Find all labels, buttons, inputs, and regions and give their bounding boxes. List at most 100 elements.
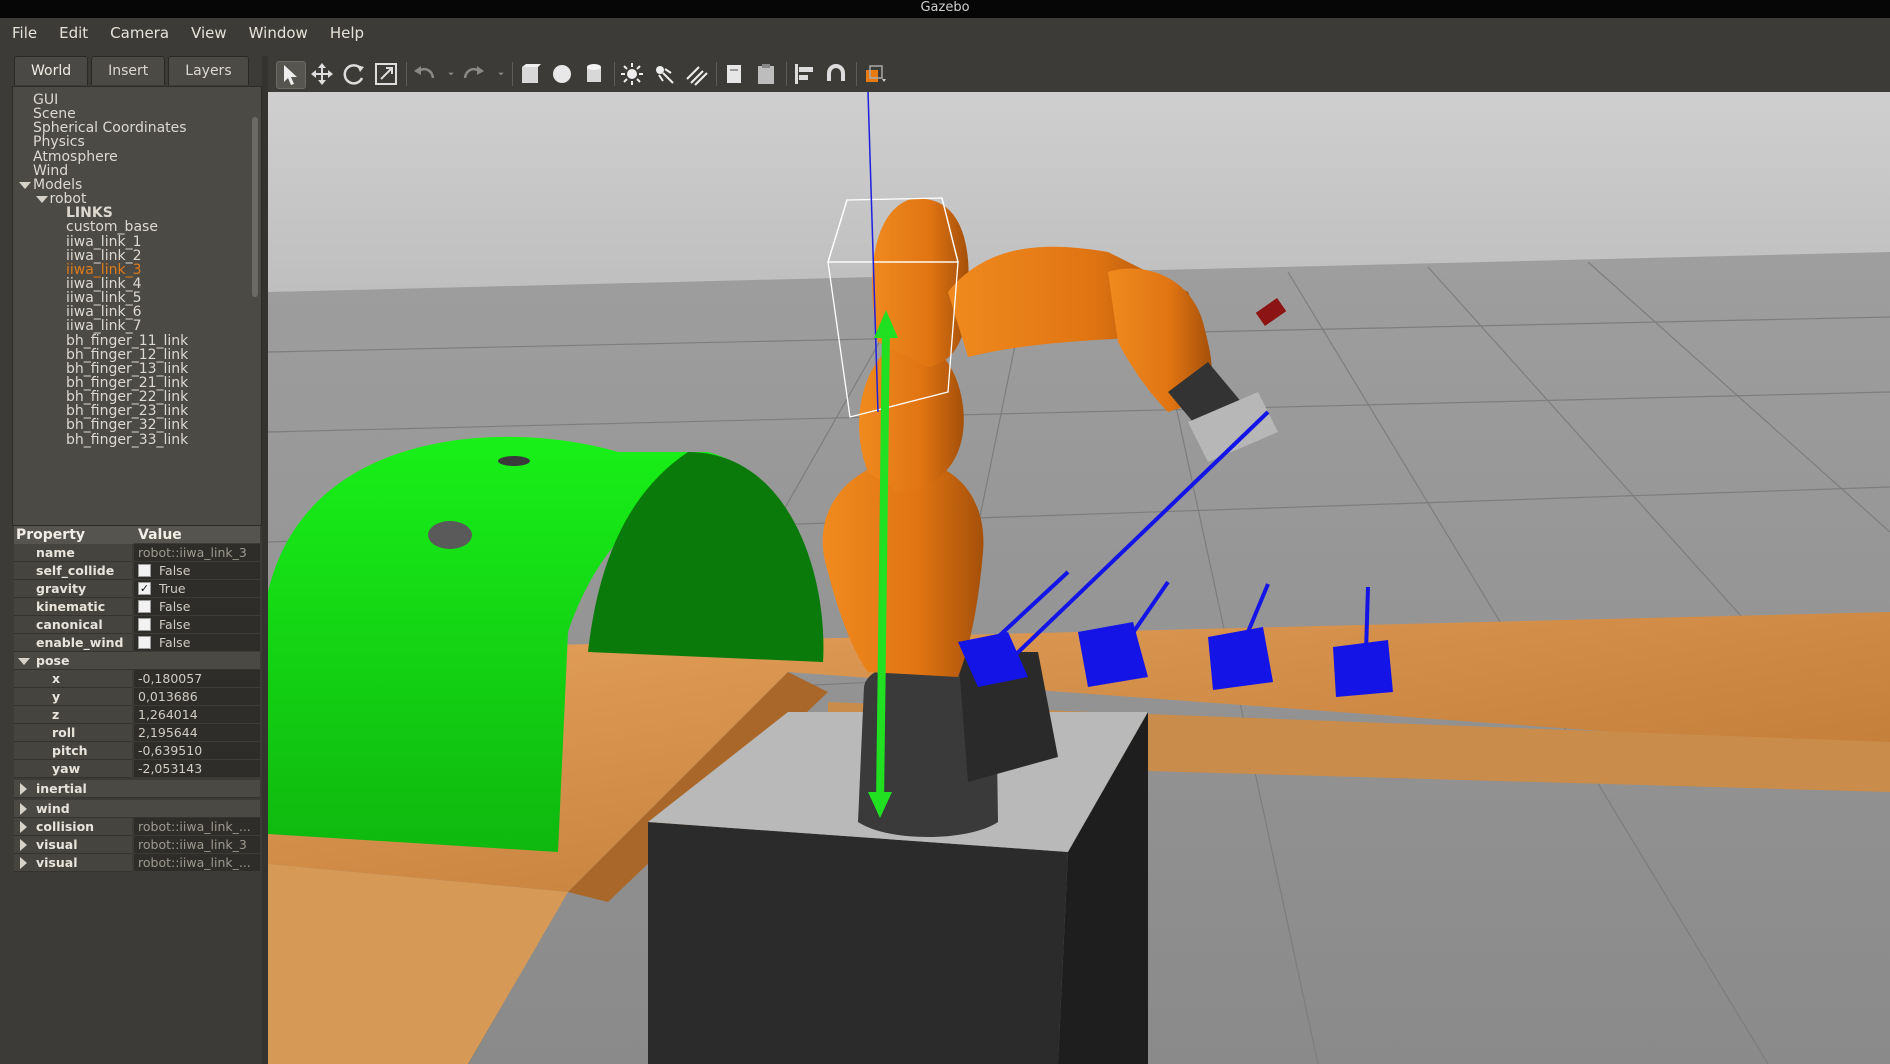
paste-button[interactable]	[752, 61, 780, 87]
select-arrow-icon	[284, 65, 297, 85]
toolbar-separator	[614, 62, 615, 86]
menu-help[interactable]: Help	[318, 24, 374, 42]
property-row-z[interactable]: z 1,264014	[14, 706, 260, 724]
checkbox[interactable]	[138, 600, 151, 613]
property-value[interactable]: 1,264014	[134, 706, 260, 724]
toolbar-separator	[786, 62, 787, 86]
property-value[interactable]: -0,180057	[134, 670, 260, 688]
world-tree[interactable]: GUI Scene Spherical Coordinates Physics Atmo…	[12, 86, 262, 526]
property-value[interactable]: robot::iiwa_link_...	[134, 818, 260, 836]
property-row-collision[interactable]: collision robot::iiwa_link_...	[14, 818, 260, 836]
property-row-inertial[interactable]: inertial	[14, 780, 260, 798]
property-row-enable_wind[interactable]: enable_wind False	[14, 634, 260, 652]
tab-layers[interactable]: Layers	[168, 56, 249, 85]
checkbox[interactable]	[138, 618, 151, 631]
snap-magnet-button[interactable]	[822, 61, 850, 87]
rotate-button[interactable]	[340, 61, 368, 87]
toolbar	[268, 56, 1890, 92]
view-angle-button[interactable]	[860, 61, 888, 87]
property-name-label: roll	[52, 725, 76, 740]
property-value-text: 2,195644	[138, 725, 198, 740]
box-shape-button[interactable]	[516, 61, 544, 87]
paste-icon	[758, 64, 774, 84]
property-value-text: -2,053143	[138, 761, 203, 776]
property-name: enable_wind	[14, 634, 132, 652]
property-value[interactable]: -2,053143	[134, 760, 260, 778]
expand-right-icon[interactable]	[20, 803, 27, 815]
menu-edit[interactable]: Edit	[47, 24, 98, 42]
menu-view[interactable]: View	[179, 24, 237, 42]
window-title: Gazebo	[920, 0, 970, 15]
property-value[interactable]: -0,639510	[134, 742, 260, 760]
left-panel: World Insert Layers GUI Scene Spherical Coor…	[8, 56, 262, 1064]
property-value[interactable]: ✓ True	[134, 580, 260, 598]
tab-insert[interactable]: Insert	[91, 56, 166, 85]
property-value[interactable]: robot::iiwa_link_3	[134, 836, 260, 854]
menu-camera[interactable]: Camera	[98, 24, 179, 42]
select-arrow-button[interactable]	[276, 61, 306, 89]
property-row-canonical[interactable]: canonical False	[14, 616, 260, 634]
menu-file[interactable]: File	[0, 24, 47, 42]
property-row-visual[interactable]: visual robot::iiwa_link_...	[14, 854, 260, 872]
tree-scrollbar[interactable]	[252, 117, 258, 297]
expand-right-icon[interactable]	[20, 783, 27, 795]
property-value[interactable]: 0,013686	[134, 688, 260, 706]
property-row-roll[interactable]: roll 2,195644	[14, 724, 260, 742]
expand-right-icon[interactable]	[20, 839, 27, 851]
align-button[interactable]	[790, 61, 818, 87]
property-name-label: visual	[36, 837, 78, 852]
property-value[interactable]: False	[134, 634, 260, 652]
sphere-shape-button[interactable]	[548, 61, 576, 87]
property-value-text: -0,180057	[138, 671, 203, 686]
translate-button[interactable]	[308, 61, 336, 87]
property-row-name[interactable]: name robot::iiwa_link_3	[14, 544, 260, 562]
property-row-pose[interactable]: pose	[14, 652, 260, 670]
align-icon	[795, 64, 813, 84]
expand-down-icon[interactable]	[18, 658, 30, 665]
panel-tabs: World Insert Layers	[14, 56, 252, 86]
point-light-button[interactable]	[618, 61, 646, 87]
checkbox[interactable]	[138, 636, 151, 649]
property-row-yaw[interactable]: yaw -2,053143	[14, 760, 260, 778]
property-row-y[interactable]: y 0,013686	[14, 688, 260, 706]
property-value-text: robot::iiwa_link_...	[138, 855, 251, 870]
menu-window[interactable]: Window	[237, 24, 318, 42]
property-value-text: True	[159, 581, 186, 596]
property-name: visual	[14, 836, 132, 854]
spot-light-button[interactable]	[650, 61, 678, 87]
property-row-visual[interactable]: visual robot::iiwa_link_3	[14, 836, 260, 854]
expand-right-icon[interactable]	[20, 821, 27, 833]
redo-dropdown-button	[492, 61, 510, 87]
property-row-self_collide[interactable]: self_collide False	[14, 562, 260, 580]
property-row-x[interactable]: x -0,180057	[14, 670, 260, 688]
property-row-pitch[interactable]: pitch -0,639510	[14, 742, 260, 760]
3d-viewport[interactable]	[268, 92, 1890, 1064]
property-name: yaw	[14, 760, 132, 778]
scale-button[interactable]	[372, 61, 400, 87]
window-titlebar: Gazebo	[0, 0, 1890, 18]
property-value[interactable]: robot::iiwa_link_...	[134, 854, 260, 872]
property-value[interactable]: False	[134, 616, 260, 634]
property-value[interactable]: robot::iiwa_link_3	[134, 544, 260, 562]
property-value[interactable]: False	[134, 598, 260, 616]
box-shape-icon	[522, 64, 541, 83]
collapse-triangle-icon[interactable]	[19, 181, 31, 189]
property-value-text: False	[159, 617, 191, 632]
property-row-kinematic[interactable]: kinematic False	[14, 598, 260, 616]
copy-button[interactable]	[720, 61, 748, 87]
tab-world[interactable]: World	[14, 56, 89, 85]
property-name-label: kinematic	[36, 599, 106, 614]
property-value[interactable]: 2,195644	[134, 724, 260, 742]
property-row-wind[interactable]: wind	[14, 800, 260, 818]
tree-item-bh-finger-33-link[interactable]: bh_finger_33_link	[66, 432, 188, 449]
property-name: y	[14, 688, 132, 706]
property-row-gravity[interactable]: gravity ✓ True	[14, 580, 260, 598]
property-value[interactable]: False	[134, 562, 260, 580]
checkbox[interactable]: ✓	[138, 582, 151, 595]
collapse-triangle-icon[interactable]	[35, 196, 48, 204]
directional-light-button[interactable]	[682, 61, 710, 87]
expand-right-icon[interactable]	[20, 857, 27, 869]
cylinder-shape-button[interactable]	[580, 61, 608, 87]
property-value-text: False	[159, 635, 191, 650]
checkbox[interactable]	[138, 564, 151, 577]
